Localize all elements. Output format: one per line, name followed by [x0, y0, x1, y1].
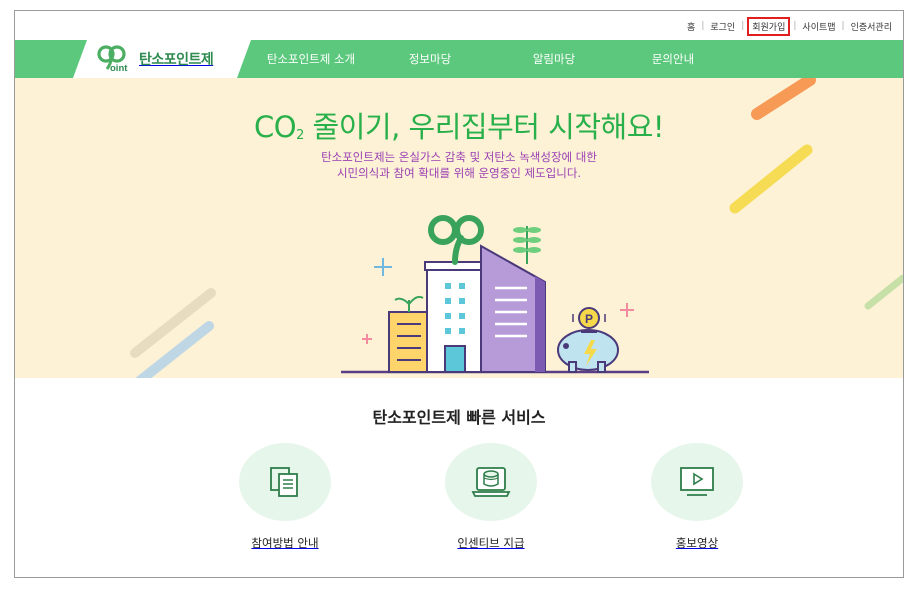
sprout-icon [428, 215, 484, 265]
coin-icon: P [572, 307, 606, 329]
hero-banner: P CO2 줄이기, 우리집부터 시작해요! 탄소포인트제는 온실가스 감축 및… [15, 78, 903, 378]
nav-item-info[interactable]: 정보마당 [371, 40, 489, 78]
separator: | [701, 21, 705, 31]
service-participation-guide[interactable]: 참여방법 안내 [215, 443, 355, 551]
service-icon-circle [651, 443, 743, 521]
page-frame: 홈 | 로그인 | 회원가입 | 사이트맵 | 인증서관리 oint 탄소포인트… [14, 10, 904, 578]
login-link[interactable]: 로그인 [707, 19, 738, 34]
service-label: 홍보영상 [675, 536, 719, 550]
hero-description-line2: 시민의식과 참여 확대를 위해 운영중인 제도입니다. [336, 166, 582, 180]
service-promo-video[interactable]: 홍보영상 [627, 443, 767, 551]
service-label: 인센티브 지급 [457, 536, 525, 550]
service-icon-circle [445, 443, 537, 521]
documents-icon [270, 467, 298, 497]
hero-title: CO2 줄이기, 우리집부터 시작해요! [15, 104, 903, 146]
decor-streak-beige [130, 288, 216, 358]
decor-streak-green [864, 274, 903, 310]
nav-item-inquiry[interactable]: 문의안내 [619, 40, 727, 78]
separator: | [841, 21, 845, 31]
sprout-logo-icon: oint [97, 45, 137, 73]
signup-link[interactable]: 회원가입 [747, 16, 791, 36]
nav-item-about[interactable]: 탄소포인트제 소개 [251, 40, 371, 78]
decor-streak-blue [135, 321, 214, 378]
service-icon-circle [239, 443, 331, 521]
certificate-management-link[interactable]: 인증서관리 [848, 19, 895, 34]
yellow-building [388, 295, 430, 373]
separator: | [793, 21, 797, 31]
piggy-bank-icon [557, 329, 619, 373]
nav-item-notice[interactable]: 알림마당 [489, 40, 619, 78]
site-logo[interactable]: oint 탄소포인트제 [73, 40, 251, 78]
hero-description: 탄소포인트제는 온실가스 감축 및 저탄소 녹색성장에 대한 시민의식과 참여 … [15, 149, 903, 181]
hero-title-co: CO [253, 110, 297, 144]
hero-title-rest: 줄이기, 우리집부터 시작해요! [303, 110, 665, 144]
quick-services-title: 탄소포인트제 빠른 서비스 [372, 408, 546, 427]
utility-links: 홈 | 로그인 | 회원가입 | 사이트맵 | 인증서관리 [684, 16, 895, 36]
service-incentive-payment[interactable]: 인센티브 지급 [421, 443, 561, 551]
hero-title-subscript: 2 [296, 128, 304, 143]
logo-name: 탄소포인트제 [139, 52, 214, 68]
video-play-icon [680, 467, 714, 496]
hero-description-line1: 탄소포인트제는 온실가스 감축 및 저탄소 녹색성장에 대한 [321, 150, 597, 164]
nav-menu: 탄소포인트제 소개 정보마당 알림마당 문의안내 [251, 40, 727, 78]
purple-building [480, 226, 546, 373]
home-link[interactable]: 홈 [684, 19, 698, 34]
white-building [424, 261, 488, 373]
coin-letter: P [585, 312, 593, 326]
sitemap-link[interactable]: 사이트맵 [799, 19, 838, 34]
main-nav: oint 탄소포인트제 탄소포인트제 소개 정보마당 알림마당 문의안내 [15, 40, 903, 78]
service-label: 참여방법 안내 [251, 536, 319, 550]
logo-mark-text: oint [110, 63, 128, 73]
sparkle-blue-icon [374, 258, 392, 276]
coin-stack-icon [471, 467, 511, 497]
separator: | [741, 21, 745, 31]
